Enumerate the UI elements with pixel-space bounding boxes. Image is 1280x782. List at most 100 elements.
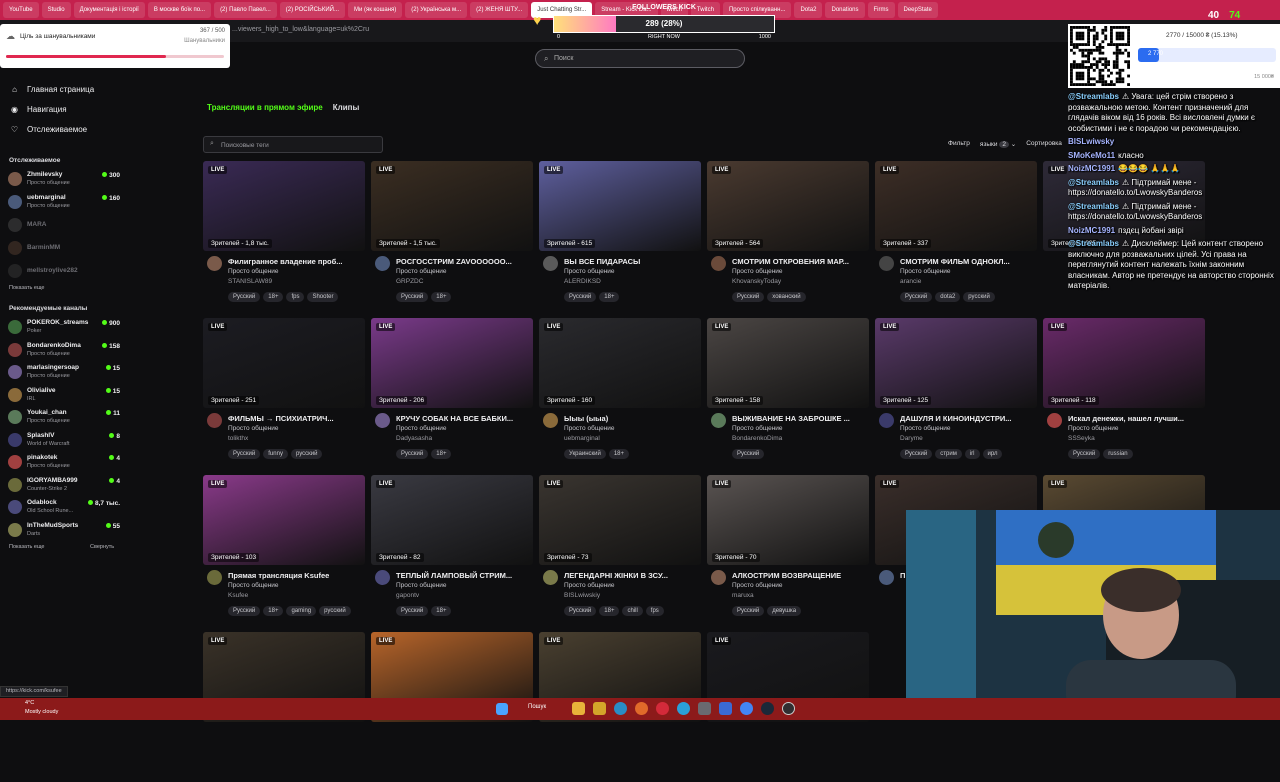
chrome-icon[interactable]: [740, 702, 753, 715]
avatar[interactable]: [375, 413, 390, 428]
avatar[interactable]: [207, 413, 222, 428]
browser-tab[interactable]: Firms: [867, 2, 895, 18]
avatar[interactable]: [1047, 413, 1062, 428]
tag-pill[interactable]: Русский: [732, 292, 765, 302]
tag-pill[interactable]: хованский: [767, 292, 806, 302]
tag-pill[interactable]: Русский: [900, 292, 933, 302]
browser-tab[interactable]: (2) Українська м...: [405, 2, 468, 18]
nav-item-2[interactable]: ♡ Отслеживаемое: [10, 125, 87, 134]
stream-thumbnail[interactable]: LIVE Зрителей - 160: [539, 318, 701, 408]
stream-category[interactable]: Просто общение: [396, 425, 447, 432]
avatar[interactable]: [207, 570, 222, 585]
stream-thumbnail[interactable]: LIVE Зрителей - 1,8 тыс.: [203, 161, 365, 251]
avatar[interactable]: [711, 570, 726, 585]
stream-thumbnail[interactable]: LIVE Зрителей - 125: [875, 318, 1037, 408]
stream-category[interactable]: Просто общение: [732, 582, 783, 589]
tag-pill[interactable]: Русский: [900, 449, 933, 459]
channel-name[interactable]: KhovanskyToday: [732, 278, 781, 285]
tag-pill[interactable]: Shooter: [307, 292, 339, 302]
tag-pill[interactable]: chill: [622, 606, 643, 616]
stream-card[interactable]: LIVE Зрителей - 337 СМОТРИМ ФИЛЬМ ОДНОКЛ..…: [875, 161, 1037, 311]
languages-dropdown[interactable]: языки 2 ⌄: [980, 140, 1016, 148]
obs-icon[interactable]: [782, 702, 795, 715]
following-channel[interactable]: mellstroylive282: [8, 262, 120, 282]
avatar[interactable]: [543, 570, 558, 585]
sort-dropdown[interactable]: Сортировка: [1026, 140, 1062, 148]
tag-pill[interactable]: Русский: [564, 292, 597, 302]
channel-name[interactable]: tolikthx: [228, 435, 248, 442]
channel-name[interactable]: BISLwiwskiy: [564, 592, 600, 599]
avatar[interactable]: [711, 413, 726, 428]
tag-pill[interactable]: Русский: [396, 292, 429, 302]
stream-thumbnail[interactable]: LIVE Зрителей - 206: [371, 318, 533, 408]
channel-name[interactable]: uebmarginal: [564, 435, 600, 442]
mail-icon[interactable]: [719, 702, 732, 715]
stream-title[interactable]: Прямая трансляция Ksufee: [228, 571, 364, 580]
stream-title[interactable]: ДАШУЛЯ И КИНОИНДУСТРИ...: [900, 414, 1036, 423]
tag-pill[interactable]: 18+: [263, 292, 284, 302]
channel-name[interactable]: Ksufee: [228, 592, 248, 599]
tag-pill[interactable]: irl: [964, 449, 980, 459]
browser-tab[interactable]: Studio: [41, 2, 71, 18]
edge-icon[interactable]: [614, 702, 627, 715]
stream-category[interactable]: Просто общение: [1068, 425, 1119, 432]
tab-clips[interactable]: Клипы: [333, 103, 360, 112]
tag-pill[interactable]: Русский: [732, 449, 765, 459]
tab-live-streams[interactable]: Трансляции в прямом эфире: [207, 103, 323, 112]
url-text[interactable]: ...viewers_high_to_low&language=uk%2Cru: [232, 26, 369, 33]
channel-name[interactable]: BondarenkoDima: [732, 435, 782, 442]
stream-thumbnail[interactable]: LIVE Зрителей - 337: [875, 161, 1037, 251]
nav-item-0[interactable]: ⌂ Главная страница: [10, 85, 94, 94]
show-more-link[interactable]: Показать еще: [9, 544, 45, 550]
recommended-channel[interactable]: Olivialive IRL 15: [8, 386, 120, 406]
stream-thumbnail[interactable]: LIVE Зрителей - 73: [539, 475, 701, 565]
following-channel[interactable]: BarminMM: [8, 239, 120, 259]
channel-name[interactable]: Daryme: [900, 435, 923, 442]
stream-thumbnail[interactable]: LIVE Зрителей - 103: [203, 475, 365, 565]
recommended-channel[interactable]: Odablock Old School Rune... 8,7 тыс.: [8, 498, 120, 518]
tag-pill[interactable]: девушка: [767, 606, 802, 616]
stream-title[interactable]: АЛКОСТРИМ ВОЗВРАЩЕНИЕ: [732, 571, 868, 580]
tag-pill[interactable]: 18+: [608, 449, 630, 459]
browser-tab[interactable]: Donations: [825, 2, 865, 18]
recommended-channel[interactable]: POKEROK_streams Poker 900: [8, 318, 120, 338]
avatar[interactable]: [375, 256, 390, 271]
stream-title[interactable]: КРУЧУ СОБАК НА ВСЕ БАБКИ...: [396, 414, 532, 423]
recommended-channel[interactable]: marlasingersoap Просто общение 15: [8, 363, 120, 383]
following-channel[interactable]: MARA: [8, 216, 120, 236]
stream-title[interactable]: СМОТРИМ ОТКРОВЕНИЯ МАР...: [732, 257, 868, 266]
avatar[interactable]: [879, 256, 894, 271]
tag-pill[interactable]: 18+: [431, 606, 452, 616]
stream-category[interactable]: Просто общение: [732, 425, 783, 432]
stream-category[interactable]: Просто общение: [396, 268, 447, 275]
tag-pill[interactable]: русский: [319, 606, 351, 616]
tag-pill[interactable]: fps: [286, 292, 305, 302]
recommended-channel[interactable]: BondarenkoDima Просто общение 158: [8, 341, 120, 361]
browser-tab[interactable]: Ми (як кошаня): [348, 2, 403, 18]
avatar[interactable]: [375, 570, 390, 585]
browser-tab[interactable]: (2) ЖЕНЯ ШТУ...: [470, 2, 529, 18]
browser-tab[interactable]: Документація і історії: [73, 2, 145, 18]
browser-tab[interactable]: Dota2: [794, 2, 823, 18]
tag-pill[interactable]: 18+: [599, 606, 620, 616]
stream-title[interactable]: Искал денежки, нашел лучши...: [1068, 414, 1204, 423]
stream-category[interactable]: Просто общение: [228, 425, 279, 432]
stream-title[interactable]: ВЫЖИВАНИЕ НА ЗАБРОШКЕ ...: [732, 414, 868, 423]
stream-title[interactable]: Ыыы (ыыа): [564, 414, 700, 423]
telegram-icon[interactable]: [677, 702, 690, 715]
following-channel[interactable]: uebmarginal Просто общение 160: [8, 193, 120, 213]
stream-card[interactable]: LIVE Зрителей - 82 ТЕПЛЫЙ ЛАМПОВЫЙ СТРИМ..…: [371, 475, 533, 625]
filter-button[interactable]: Фильтр: [948, 140, 970, 148]
tag-pill[interactable]: gaming: [286, 606, 317, 616]
channel-name[interactable]: Dadyasasha: [396, 435, 432, 442]
stream-card[interactable]: LIVE Зрителей - 125 ДАШУЛЯ И КИНОИНДУСТРИ.…: [875, 318, 1037, 468]
stream-category[interactable]: Просто общение: [228, 268, 279, 275]
avatar[interactable]: [879, 570, 894, 585]
avatar[interactable]: [207, 256, 222, 271]
settings-icon[interactable]: [698, 702, 711, 715]
tag-pill[interactable]: Русский: [732, 606, 765, 616]
browser-tab[interactable]: (2) РОСІЙСЬКИЙ...: [279, 2, 345, 18]
firefox-icon[interactable]: [635, 702, 648, 715]
stream-card[interactable]: LIVE Зрителей - 160 Ыыы (ыыа) Просто общени…: [539, 318, 701, 468]
stream-card[interactable]: LIVE Зрителей - 251 ФИЛЬМЫ → ПСИХИАТРИЧ...…: [203, 318, 365, 468]
